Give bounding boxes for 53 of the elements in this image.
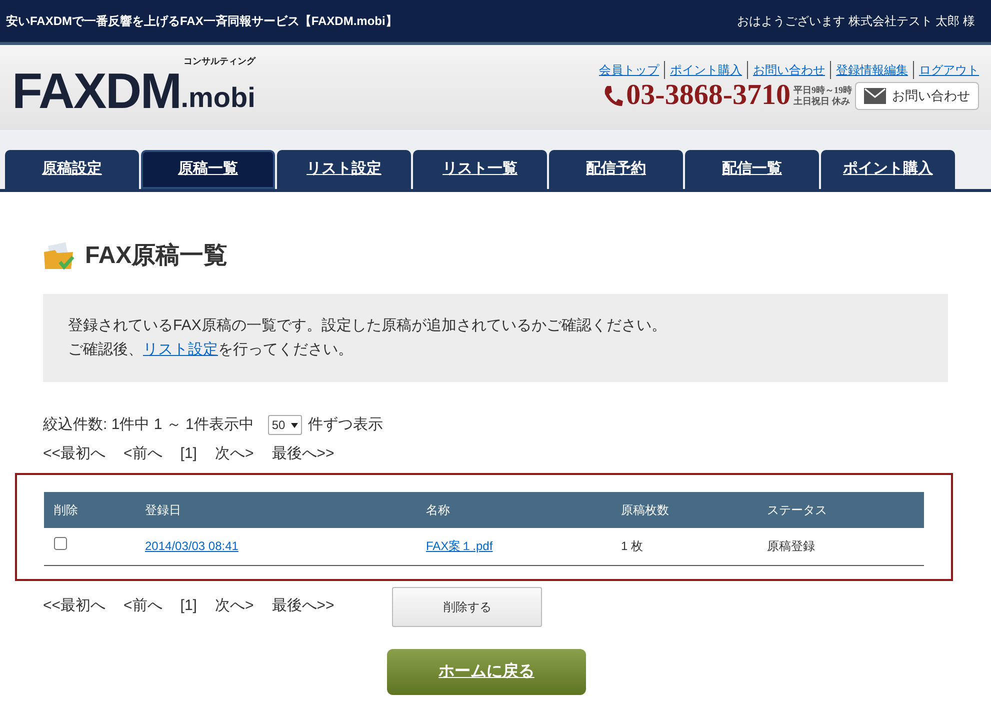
pager-link[interactable]: <前へ [124, 595, 162, 618]
file-link[interactable]: FAX案１.pdf [426, 539, 493, 554]
folder-check-icon [43, 242, 75, 270]
pager-link[interactable]: <<最初へ [43, 595, 106, 618]
list-settings-link[interactable]: リスト設定 [143, 341, 218, 358]
hours-text: 土日祝日 休み [794, 96, 851, 106]
info-text: 登録されているFAX原稿の一覧です。設定した原稿が追加されているかご確認ください。 ご確認後、リスト設定を行ってください。 [68, 316, 668, 360]
result-count: 絞込件数: 1件中 1 ～ 1件表示中 [43, 415, 254, 435]
table-cell: 1 枚 [621, 528, 767, 565]
logo-suffix[interactable]: .mobi [180, 81, 256, 117]
column-header: 登録日 [145, 492, 426, 528]
greeting-text: おはようございます 株式会社テスト 太郎 様 [736, 13, 976, 30]
nav-tab[interactable]: リスト設定 [277, 150, 411, 189]
header-link[interactable]: 登録情報編集 [830, 61, 908, 79]
pager-link[interactable]: 次へ> [214, 595, 254, 618]
header-link[interactable]: ポイント購入 [664, 61, 742, 79]
pager-link[interactable]: <<最初へ [43, 442, 106, 465]
nav-tab[interactable]: 配信一覧 [685, 150, 819, 189]
per-page-label: 件ずつ表示 [308, 415, 384, 435]
hours-text: 平日9時～19時 [794, 84, 852, 96]
pager-link[interactable]: 最後へ>> [272, 595, 334, 618]
pager-link[interactable]: [1] [180, 442, 197, 465]
pager-link[interactable]: [1] [180, 595, 197, 618]
phone-icon [603, 84, 624, 108]
site-tagline: 安いFAXDMで一番反響を上げるFAX一斉同報サービス【FAXDM.mobi】 [6, 13, 398, 30]
delete-button[interactable]: 削除する [392, 586, 542, 626]
column-header: ステータス [767, 492, 924, 528]
per-page-select[interactable]: 50 [268, 415, 302, 436]
mail-icon [864, 88, 886, 104]
nav-tab[interactable]: 原稿設定 [5, 150, 139, 189]
pager-link[interactable]: 次へ> [214, 442, 254, 465]
page-title: FAX原稿一覧 [85, 241, 228, 271]
row-checkbox[interactable] [54, 537, 67, 550]
header-link[interactable]: 会員トップ [599, 61, 659, 79]
nav-tab[interactable]: リスト一覧 [413, 150, 547, 189]
dropdown-icon [291, 422, 298, 428]
phone-number: 03-3868-3710 [626, 81, 790, 110]
pager-link[interactable]: <前へ [124, 442, 162, 465]
nav-tab[interactable]: ポイント購入 [821, 150, 955, 189]
column-header: 削除 [44, 492, 145, 528]
contact-button[interactable]: お問い合わせ [855, 82, 979, 110]
header-link[interactable]: ログアウト [913, 61, 979, 79]
nav-tab[interactable]: 配信予約 [549, 150, 683, 189]
nav-tab[interactable]: 原稿一覧 [141, 150, 275, 189]
date-link[interactable]: 2014/03/03 08:41 [145, 539, 238, 554]
column-header: 名称 [426, 492, 621, 528]
pager-link[interactable]: 最後へ>> [272, 442, 334, 465]
logo-tagline: コンサルティング [183, 55, 256, 67]
table-cell: 原稿登録 [767, 528, 924, 565]
logo-text[interactable]: FAXDM [12, 65, 181, 117]
column-header: 原稿枚数 [621, 492, 767, 528]
home-button[interactable]: ホームに戻る [387, 648, 586, 694]
header-link[interactable]: お問い合わせ [747, 61, 825, 79]
